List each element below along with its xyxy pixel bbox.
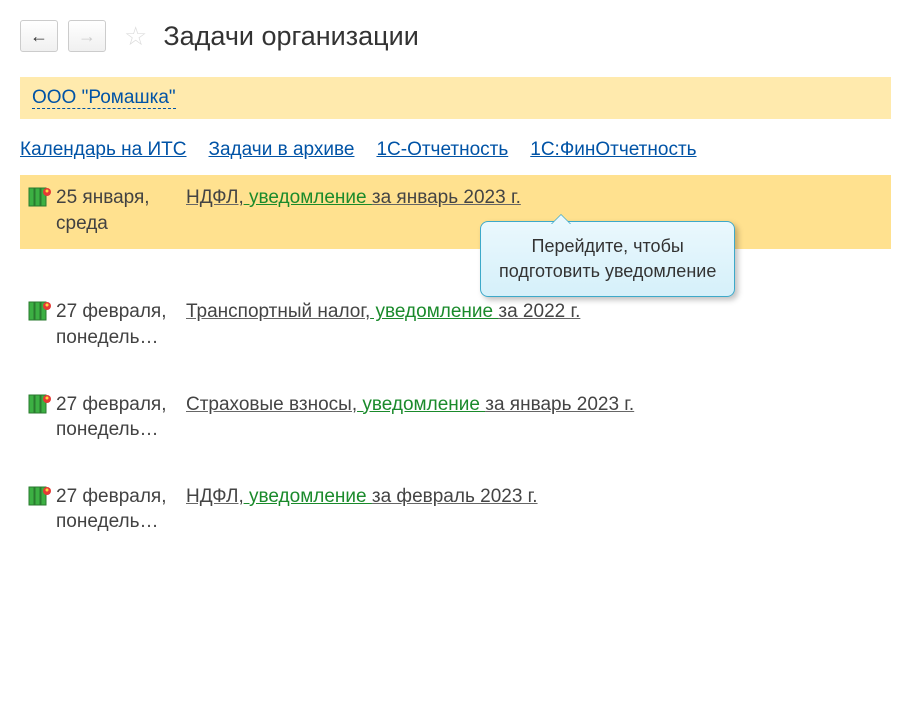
task-suffix: за январь 2023 г. (485, 394, 634, 415)
task-suffix: за январь 2023 г. (372, 187, 521, 208)
task-list: 25 января, среда НДФЛ, уведомление за ян… (20, 175, 891, 548)
task-date: 25 января, среда (56, 185, 186, 236)
tooltip-line2: подготовить уведомление (499, 261, 716, 281)
task-type-icon (28, 185, 56, 214)
task-row[interactable]: 27 февраля, понедель… Транспортный налог… (20, 289, 891, 363)
organization-link[interactable]: ООО "Ромашка" (32, 87, 176, 109)
task-action-link[interactable]: уведомление (244, 187, 372, 208)
calendar-its-link[interactable]: Календарь на ИТС (20, 139, 187, 161)
arrow-left-icon: ← (30, 26, 48, 47)
task-prefix: Транспортный налог, (186, 301, 370, 322)
back-button[interactable]: ← (20, 20, 58, 52)
task-type-icon (28, 392, 56, 421)
reporting-link[interactable]: 1С-Отчетность (376, 139, 508, 161)
arrow-right-icon: → (78, 26, 96, 47)
task-title[interactable]: НДФЛ, уведомление за февраль 2023 г. (186, 484, 883, 511)
task-action-link[interactable]: уведомление (244, 486, 372, 507)
page-title: Задачи организации (163, 21, 418, 52)
fin-reporting-link[interactable]: 1С:ФинОтчетность (530, 139, 696, 161)
task-date: 27 февраля, понедель… (56, 484, 186, 535)
task-suffix: за 2022 г. (498, 301, 580, 322)
hint-tooltip: Перейдите, чтобы подготовить уведомление (480, 221, 735, 297)
organization-bar: ООО "Ромашка" (20, 77, 891, 119)
task-row[interactable]: 27 февраля, понедель… НДФЛ, уведомление … (20, 474, 891, 548)
task-type-icon (28, 484, 56, 513)
task-row[interactable]: 25 января, среда НДФЛ, уведомление за ян… (20, 175, 891, 249)
top-links-row: Календарь на ИТС Задачи в архиве 1С-Отче… (20, 131, 891, 175)
task-date: 27 февраля, понедель… (56, 392, 186, 443)
task-prefix: НДФЛ, (186, 187, 244, 208)
task-action-link[interactable]: уведомление (357, 394, 485, 415)
task-prefix: НДФЛ, (186, 486, 244, 507)
task-date: 27 февраля, понедель… (56, 299, 186, 350)
forward-button[interactable]: → (68, 20, 106, 52)
task-title[interactable]: НДФЛ, уведомление за январь 2023 г. (186, 185, 883, 212)
task-title[interactable]: Транспортный налог, уведомление за 2022 … (186, 299, 883, 326)
task-prefix: Страховые взносы, (186, 394, 357, 415)
task-type-icon (28, 299, 56, 328)
archived-tasks-link[interactable]: Задачи в архиве (209, 139, 355, 161)
task-row[interactable]: 27 февраля, понедель… Страховые взносы, … (20, 382, 891, 456)
favorite-star-icon[interactable]: ☆ (124, 21, 147, 52)
task-title[interactable]: Страховые взносы, уведомление за январь … (186, 392, 883, 419)
header: ← → ☆ Задачи организации (20, 20, 891, 52)
tooltip-line1: Перейдите, чтобы (532, 236, 684, 256)
task-action-link[interactable]: уведомление (370, 301, 498, 322)
task-suffix: за февраль 2023 г. (372, 486, 538, 507)
